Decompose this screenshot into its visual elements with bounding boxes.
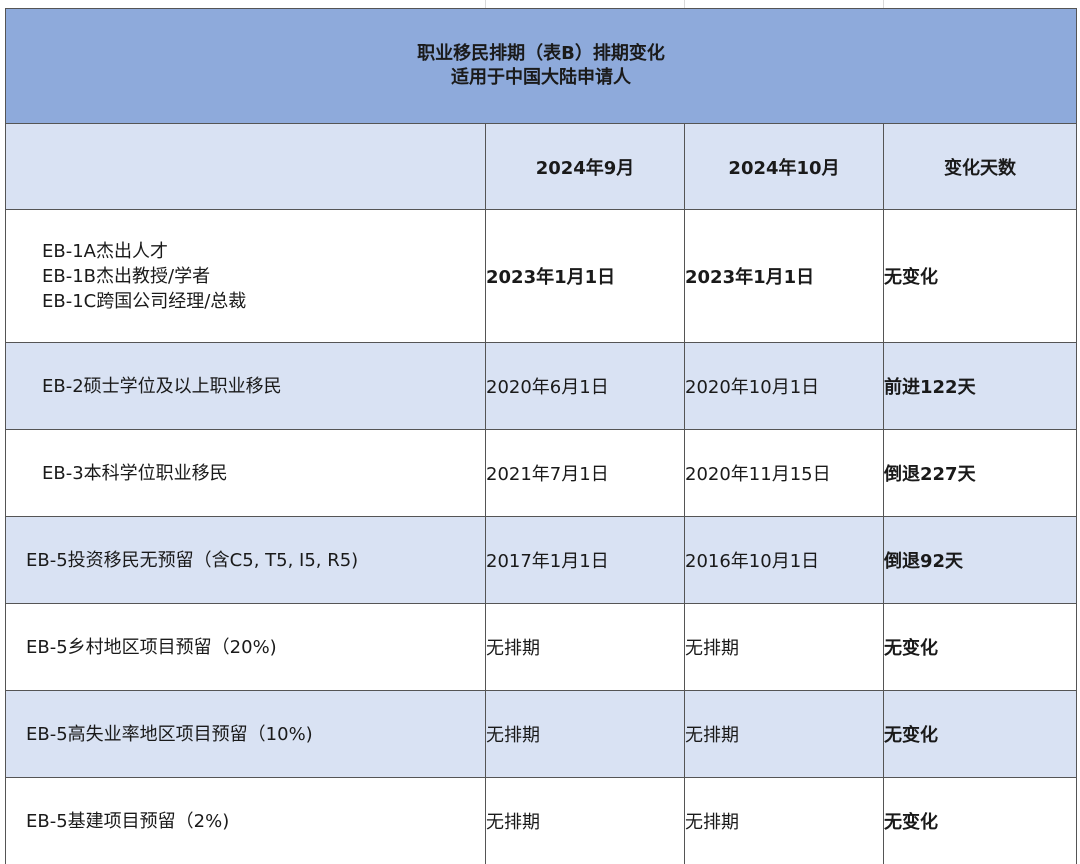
sep-2024-cell: 无排期: [485, 603, 685, 691]
category-cell: EB-5高失业率地区项目预留（10%): [5, 690, 486, 778]
category-line: EB-2硕士学位及以上职业移民: [42, 375, 282, 397]
change-cell: 无变化: [882, 603, 1078, 691]
change-cell: 无变化: [882, 690, 1078, 778]
table-row: EB-1A杰出人才 EB-1B杰出教授/学者 EB-1C跨国公司经理/总裁 20…: [5, 209, 1078, 343]
category-cell: EB-1A杰出人才 EB-1B杰出教授/学者 EB-1C跨国公司经理/总裁: [5, 209, 486, 343]
category-line: EB-5投资移民无预留（含C5, T5, I5, R5): [26, 549, 359, 571]
spreadsheet-page: 职业移民排期（表B）排期变化 适用于中国大陆申请人 2024年9月 2024年1…: [0, 0, 1080, 864]
oct-2024-cell: 2023年1月1日: [684, 209, 884, 343]
visa-bulletin-table: 职业移民排期（表B）排期变化 适用于中国大陆申请人 2024年9月 2024年1…: [4, 8, 1078, 864]
oct-2024-cell: 无排期: [684, 777, 884, 864]
oct-2024-cell: 2020年10月1日: [684, 342, 884, 430]
change-cell: 倒退227天: [882, 429, 1078, 517]
category-cell: EB-5基建项目预留（2%): [5, 777, 486, 864]
title-line-1: 职业移民排期（表B）排期变化: [417, 43, 665, 64]
category-line: EB-1A杰出人才: [42, 240, 168, 262]
gridline: [684, 0, 685, 8]
sep-2024-cell: 2020年6月1日: [485, 342, 685, 430]
header-change-days: 变化天数: [882, 123, 1078, 210]
change-cell: 前进122天: [882, 342, 1078, 430]
category-line: EB-5高失业率地区项目预留（10%): [26, 723, 313, 745]
table-row: EB-5乡村地区项目预留（20%) 无排期 无排期 无变化: [5, 603, 1078, 691]
category-line: EB-1C跨国公司经理/总裁: [42, 290, 247, 312]
header-oct-2024: 2024年10月: [684, 123, 884, 210]
category-cell: EB-2硕士学位及以上职业移民: [5, 342, 486, 430]
change-cell: 无变化: [882, 777, 1078, 864]
category-cell: EB-3本科学位职业移民: [5, 429, 486, 517]
header-sep-2024: 2024年9月: [485, 123, 685, 210]
gridline: [485, 0, 486, 8]
sep-2024-cell: 2023年1月1日: [485, 209, 685, 343]
sep-2024-cell: 2021年7月1日: [485, 429, 685, 517]
sep-2024-cell: 无排期: [485, 777, 685, 864]
oct-2024-cell: 2020年11月15日: [684, 429, 884, 517]
oct-2024-cell: 无排期: [684, 603, 884, 691]
category-line: EB-3本科学位职业移民: [42, 462, 228, 484]
oct-2024-cell: 2016年10月1日: [684, 516, 884, 604]
category-cell: EB-5投资移民无预留（含C5, T5, I5, R5): [5, 516, 486, 604]
table-row: EB-5高失业率地区项目预留（10%) 无排期 无排期 无变化: [5, 690, 1078, 778]
change-cell: 无变化: [882, 209, 1078, 343]
gridline: [883, 0, 884, 8]
table-row: EB-5投资移民无预留（含C5, T5, I5, R5) 2017年1月1日 2…: [5, 516, 1078, 604]
title-row: 职业移民排期（表B）排期变化 适用于中国大陆申请人: [4, 8, 1078, 124]
change-cell: 倒退92天: [882, 516, 1078, 604]
category-line: EB-5基建项目预留（2%): [26, 810, 230, 832]
category-line: EB-1B杰出教授/学者: [42, 265, 211, 287]
category-line: EB-5乡村地区项目预留（20%): [26, 636, 277, 658]
category-cell: EB-5乡村地区项目预留（20%): [5, 603, 486, 691]
sep-2024-cell: 无排期: [485, 690, 685, 778]
table-row: EB-2硕士学位及以上职业移民 2020年6月1日 2020年10月1日 前进1…: [5, 342, 1078, 430]
header-category: [5, 123, 486, 210]
header-row: 2024年9月 2024年10月 变化天数: [5, 123, 1078, 210]
oct-2024-cell: 无排期: [684, 690, 884, 778]
sep-2024-cell: 2017年1月1日: [485, 516, 685, 604]
table-row: EB-5基建项目预留（2%) 无排期 无排期 无变化: [5, 777, 1078, 864]
table-row: EB-3本科学位职业移民 2021年7月1日 2020年11月15日 倒退227…: [5, 429, 1078, 517]
title-line-2: 适用于中国大陆申请人: [451, 67, 632, 88]
table-title: 职业移民排期（表B）排期变化 适用于中国大陆申请人: [4, 8, 1078, 124]
